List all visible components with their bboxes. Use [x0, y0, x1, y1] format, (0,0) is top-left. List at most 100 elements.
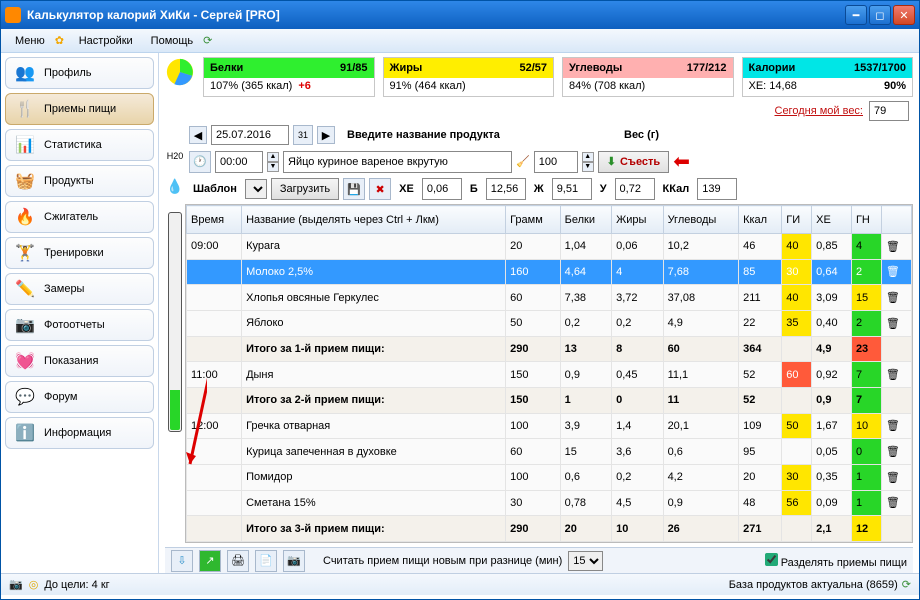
table-row[interactable]: 12:00Гречка отварная1003,91,420,1109501,… [187, 413, 912, 439]
trash-icon[interactable]: 🗑 [886, 420, 900, 432]
table-row[interactable]: Курица запеченная в духовке60153,60,6950… [187, 439, 912, 465]
b-input[interactable] [486, 178, 526, 200]
col-header[interactable]: Углеводы [663, 206, 739, 234]
time-spinner[interactable]: ▲▼ [267, 152, 279, 172]
titlebar: Калькулятор калорий ХиКи - Сергей [PRO] … [1, 1, 919, 29]
menubar: Меню ✿ Настройки Помощь ⟳ [1, 29, 919, 53]
col-header[interactable]: ХЕ [812, 206, 852, 234]
load-button[interactable]: Загрузить [271, 178, 339, 200]
maximize-button[interactable]: ◻ [869, 5, 891, 25]
product-input[interactable] [283, 151, 512, 173]
carbs-label: Углеводы [569, 62, 622, 74]
sidebar-item-1[interactable]: 🍴Приемы пищи [5, 93, 154, 125]
trash-icon[interactable]: 🗑 [886, 369, 900, 381]
col-header[interactable]: Ккал [739, 206, 782, 234]
trash-icon[interactable]: 🗑 [886, 241, 900, 253]
share-icon[interactable]: ↗ [199, 550, 221, 572]
xe-input[interactable] [422, 178, 462, 200]
sidebar-item-5[interactable]: 🏋️Тренировки [5, 237, 154, 269]
save-icon[interactable]: 💾 [343, 178, 365, 200]
trash-icon[interactable]: 🗑 [886, 446, 900, 458]
weight-spinner[interactable]: ▲▼ [582, 152, 594, 172]
close-button[interactable]: ✕ [893, 5, 915, 25]
table-row[interactable]: Итого за 1-й прием пищи:290138603644,923 [187, 336, 912, 362]
table-row[interactable]: Сметана 15%300,784,50,948560,091🗑 [187, 490, 912, 516]
sidebar-item-8[interactable]: 💓Показания [5, 345, 154, 377]
trash-icon[interactable]: 🗑 [886, 318, 900, 330]
sidebar-item-6[interactable]: ✏️Замеры [5, 273, 154, 305]
protein-label: Белки [210, 62, 243, 74]
sidebar-label: Замеры [44, 283, 84, 295]
weight-input[interactable] [869, 101, 909, 121]
weight-link[interactable]: Сегодня мой вес: [775, 105, 864, 117]
zh-input[interactable] [552, 178, 592, 200]
fat-label: Жиры [390, 62, 423, 74]
table-row[interactable]: Молоко 2,5%1604,6447,6885300,642🗑 [187, 259, 912, 285]
table-row[interactable]: Итого за 3-й прием пищи:2902010262712,11… [187, 516, 912, 542]
diff-select[interactable]: 15 [568, 551, 603, 571]
water-drop-icon[interactable]: 💧 [166, 178, 183, 195]
date-field[interactable]: 25.07.2016 [211, 125, 289, 145]
table-row[interactable]: 11:00Дыня1500,90,4511,152600,927🗑 [187, 362, 912, 388]
split-checkbox-label[interactable]: Разделять приемы пищи [765, 553, 907, 569]
report-icon[interactable]: 📄 [255, 550, 277, 572]
calendar-button[interactable]: 31 [293, 125, 313, 145]
sidebar-item-0[interactable]: 👥Профиль [5, 57, 154, 89]
date-prev[interactable]: ◀ [189, 126, 207, 144]
sidebar-item-10[interactable]: ℹ️Информация [5, 417, 154, 449]
split-checkbox[interactable] [765, 553, 778, 566]
col-header[interactable]: Грамм [506, 206, 561, 234]
zh-label: Ж [534, 183, 544, 195]
time-input[interactable] [215, 151, 263, 173]
weight-g-input[interactable] [534, 151, 578, 173]
minimize-button[interactable]: ━ [845, 5, 867, 25]
trash-icon[interactable]: 🗑 [886, 266, 900, 278]
table-row[interactable]: Хлопья овсяные Геркулес607,383,7237,0821… [187, 285, 912, 311]
calories-box: Калории1537/1700 ХЕ: 14,6890% [742, 57, 914, 97]
date-next[interactable]: ▶ [317, 126, 335, 144]
sidebar-item-4[interactable]: 🔥Сжигатель [5, 201, 154, 233]
menu-help[interactable]: Помощь [143, 32, 202, 50]
sidebar-icon: 👥 [14, 62, 36, 84]
table-row[interactable]: Яблоко500,20,24,922350,402🗑 [187, 310, 912, 336]
eat-button[interactable]: ⬇Съесть [598, 151, 669, 173]
col-header[interactable]: ГИ [782, 206, 812, 234]
menu-settings[interactable]: Настройки [71, 32, 141, 50]
trash-icon[interactable]: 🗑 [886, 472, 900, 484]
clock-icon[interactable]: 🕐 [189, 151, 211, 173]
sidebar-item-2[interactable]: 📊Статистика [5, 129, 154, 161]
refresh-icon[interactable]: ⟳ [203, 34, 217, 48]
trash-icon[interactable]: 🗑 [886, 292, 900, 304]
u-input[interactable] [615, 178, 655, 200]
col-header[interactable]: Белки [560, 206, 611, 234]
table-row[interactable]: Итого за 2-й прием пищи:1501011520,97 [187, 387, 912, 413]
sidebar-item-7[interactable]: 📷Фотоотчеты [5, 309, 154, 341]
camera-icon[interactable]: 📷 [283, 550, 305, 572]
protein-value: 91/85 [340, 62, 368, 74]
col-header[interactable]: Жиры [612, 206, 663, 234]
col-header[interactable]: ГН [851, 206, 881, 234]
export-icon[interactable]: ⇩ [171, 550, 193, 572]
col-header[interactable] [881, 206, 911, 234]
sidebar-label: Фотоотчеты [44, 319, 105, 331]
goal-text: До цели: 4 кг [44, 579, 109, 591]
sidebar-item-9[interactable]: 💬Форум [5, 381, 154, 413]
carbs-sub: 84% (708 ккал) [569, 80, 645, 92]
table-row[interactable]: Помидор1000,60,24,220300,351🗑 [187, 464, 912, 490]
template-select[interactable] [245, 179, 267, 199]
print-icon[interactable]: 🖨 [227, 550, 249, 572]
kk-input[interactable] [697, 178, 737, 200]
sidebar-item-3[interactable]: 🧺Продукты [5, 165, 154, 197]
delete-icon[interactable]: ✖ [369, 178, 391, 200]
refresh-status-icon[interactable]: ⟳ [902, 578, 911, 591]
carbs-value: 177/212 [687, 62, 727, 74]
trash-icon[interactable]: 🗑 [886, 497, 900, 509]
col-header[interactable]: Время [187, 206, 242, 234]
col-header[interactable]: Название (выделять через Ctrl + Лкм) [242, 206, 506, 234]
status-bar: 📷 ◎ До цели: 4 кг База продуктов актуаль… [1, 573, 919, 595]
b-label: Б [470, 183, 478, 195]
table-row[interactable]: 09:00Курага201,040,0610,246400,854🗑 [187, 234, 912, 260]
menu-menu[interactable]: Меню [7, 32, 53, 50]
sidebar-label: Форум [44, 391, 77, 403]
broom-icon[interactable]: 🧹 [516, 155, 530, 168]
